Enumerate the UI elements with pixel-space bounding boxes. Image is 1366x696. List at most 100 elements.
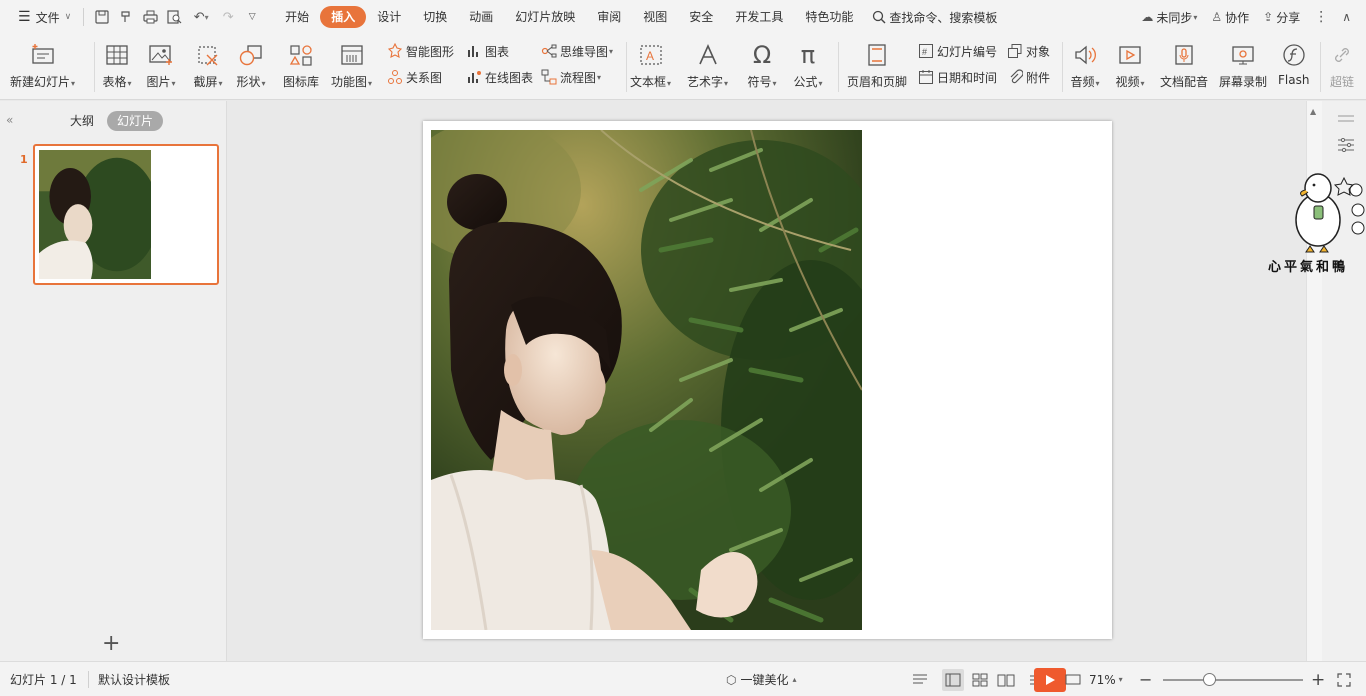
reading-view-icon[interactable] xyxy=(995,669,1017,691)
tab-animations[interactable]: 动画 xyxy=(458,6,504,28)
table-button[interactable]: 表格▾ xyxy=(102,40,132,90)
screenshot-label: 截屏 xyxy=(193,75,218,89)
video-button[interactable]: 视频▾ xyxy=(1115,40,1145,90)
screen-record-label: 屏幕录制 xyxy=(1219,75,1268,89)
divider xyxy=(838,42,839,92)
search-label: 查找命令、搜索模板 xyxy=(889,10,998,25)
hyperlink-button[interactable]: 超链 xyxy=(1327,40,1357,90)
fit-to-window-icon[interactable] xyxy=(1337,662,1351,696)
screen-record-button[interactable]: 屏幕录制 xyxy=(1219,40,1267,90)
pi-icon: π xyxy=(800,41,816,69)
video-icon xyxy=(1115,40,1145,70)
print-preview-icon[interactable] xyxy=(162,5,186,29)
share-button[interactable]: ⇪ 分享 xyxy=(1256,5,1307,29)
tab-slides[interactable]: 幻灯片 xyxy=(107,111,164,131)
online-chart-button[interactable]: 在线图表 xyxy=(465,67,533,87)
slide-number-button[interactable]: # 幻灯片编号 xyxy=(917,41,997,61)
presenter-view-icon[interactable] xyxy=(1062,669,1084,691)
flash-button[interactable]: Flash xyxy=(1278,40,1309,87)
sync-status[interactable]: ☁ 未同步 ▾ xyxy=(1134,5,1204,29)
tab-home[interactable]: 开始 xyxy=(274,6,320,28)
icon-library-button[interactable]: 图标库 xyxy=(283,40,319,90)
slide-editing-canvas xyxy=(228,101,1306,661)
slide[interactable] xyxy=(423,121,1112,639)
attachment-label: 附件 xyxy=(1026,70,1051,85)
slide-counter: 幻灯片 1 / 1 xyxy=(10,673,77,687)
function-chart-button[interactable]: 功能图▾ xyxy=(331,40,372,90)
normal-view-icon[interactable] xyxy=(942,669,964,691)
header-footer-button[interactable]: 页眉和页脚 xyxy=(847,40,907,90)
user-icon: ♙ xyxy=(1211,10,1223,24)
shape-button[interactable]: 形状▾ xyxy=(236,40,266,90)
slide-thumbnail[interactable] xyxy=(33,144,219,285)
undo-icon[interactable]: ↶ ▾ xyxy=(186,5,216,29)
tab-design[interactable]: 设计 xyxy=(366,6,412,28)
doc-voiceover-label: 文档配音 xyxy=(1160,75,1209,89)
menu-lines-icon[interactable] xyxy=(1336,109,1356,129)
doc-voiceover-button[interactable]: 文档配音 xyxy=(1160,40,1208,90)
tab-developer[interactable]: 开发工具 xyxy=(724,6,794,28)
add-slide-icon[interactable]: + xyxy=(102,631,120,656)
tab-security[interactable]: 安全 xyxy=(678,6,724,28)
collapse-ribbon-icon[interactable]: ∧ xyxy=(1335,5,1358,29)
format-painter-icon[interactable] xyxy=(114,5,138,29)
slide-sorter-icon[interactable] xyxy=(969,669,991,691)
table-icon xyxy=(102,40,132,70)
tab-transitions[interactable]: 切换 xyxy=(412,6,458,28)
scroll-up-icon[interactable]: ▲ xyxy=(1310,107,1316,116)
save-icon[interactable] xyxy=(90,5,114,29)
customize-toolbar-icon[interactable]: ▽ xyxy=(240,5,264,29)
slide-navigation-panel: « 大纲 幻灯片 1 + xyxy=(0,101,227,661)
smart-art-button[interactable]: 智能图形 xyxy=(386,41,454,61)
object-button[interactable]: 对象 xyxy=(1006,41,1050,61)
settings-sliders-icon[interactable] xyxy=(1336,135,1356,155)
icon-library-label: 图标库 xyxy=(283,75,320,89)
online-chart-label: 在线图表 xyxy=(485,70,534,85)
tab-insert[interactable]: 插入 xyxy=(320,6,367,28)
audio-button[interactable]: 音频▾ xyxy=(1070,40,1100,90)
wordart-button[interactable]: 艺术字▾ xyxy=(687,40,728,90)
screenshot-button[interactable]: 截屏▾ xyxy=(193,40,223,90)
zoom-slider-track[interactable] xyxy=(1163,679,1303,681)
picture-button[interactable]: 图片▾ xyxy=(146,40,176,90)
divider xyxy=(1062,42,1063,92)
collapse-panel-icon[interactable]: « xyxy=(6,113,13,127)
redo-icon[interactable]: ↷ xyxy=(216,5,240,29)
new-slide-button[interactable]: 新建幻灯片▾ xyxy=(10,40,75,90)
zoom-in-icon[interactable]: + xyxy=(1311,662,1325,696)
header-footer-label: 页眉和页脚 xyxy=(847,75,908,89)
textbox-icon: A xyxy=(636,40,666,70)
date-time-button[interactable]: 日期和时间 xyxy=(917,67,997,87)
formula-button[interactable]: π 公式▾ xyxy=(793,40,823,90)
mind-map-button[interactable]: 思维导图 ▾ xyxy=(540,41,613,61)
tab-slideshow[interactable]: 幻灯片放映 xyxy=(504,6,586,28)
textbox-button[interactable]: A 文本框▾ xyxy=(630,40,671,90)
tab-review[interactable]: 审阅 xyxy=(586,6,632,28)
zoom-out-icon[interactable]: − xyxy=(1139,662,1152,696)
slide-number-label: 幻灯片编号 xyxy=(937,44,998,59)
mind-map-label: 思维导图 xyxy=(560,44,609,59)
zoom-level[interactable]: 71% ▾ xyxy=(1089,662,1123,696)
more-options-icon[interactable]: ⋮ xyxy=(1307,5,1335,29)
date-time-label: 日期和时间 xyxy=(937,70,998,85)
command-search[interactable]: 查找命令、搜索模板 xyxy=(872,9,997,26)
flowchart-button[interactable]: 流程图 ▾ xyxy=(540,67,601,87)
one-click-beautify-button[interactable]: ⬡ 一键美化 ▴ xyxy=(726,662,797,696)
beautify-label: 一键美化 xyxy=(740,673,789,687)
tab-outline[interactable]: 大纲 xyxy=(60,111,104,131)
print-icon[interactable] xyxy=(138,5,162,29)
template-name[interactable]: 默认设计模板 xyxy=(98,662,170,696)
collaborate-button[interactable]: ♙ 协作 xyxy=(1204,5,1256,29)
notes-toggle-icon[interactable] xyxy=(910,669,932,691)
tab-special-features[interactable]: 特色功能 xyxy=(794,6,864,28)
chart-button[interactable]: 图表 xyxy=(465,41,509,61)
symbol-button[interactable]: Ω 符号▾ xyxy=(747,40,777,90)
cloud-icon: ☁ xyxy=(1141,10,1154,24)
file-menu[interactable]: ☰ 文件 ∨ xyxy=(12,5,77,29)
attachment-button[interactable]: 附件 xyxy=(1006,67,1050,87)
slide-photo[interactable] xyxy=(431,130,862,630)
relation-chart-button[interactable]: 关系图 xyxy=(386,67,442,87)
tab-view[interactable]: 视图 xyxy=(632,6,678,28)
divider xyxy=(94,42,95,92)
zoom-slider-handle[interactable] xyxy=(1203,673,1216,686)
